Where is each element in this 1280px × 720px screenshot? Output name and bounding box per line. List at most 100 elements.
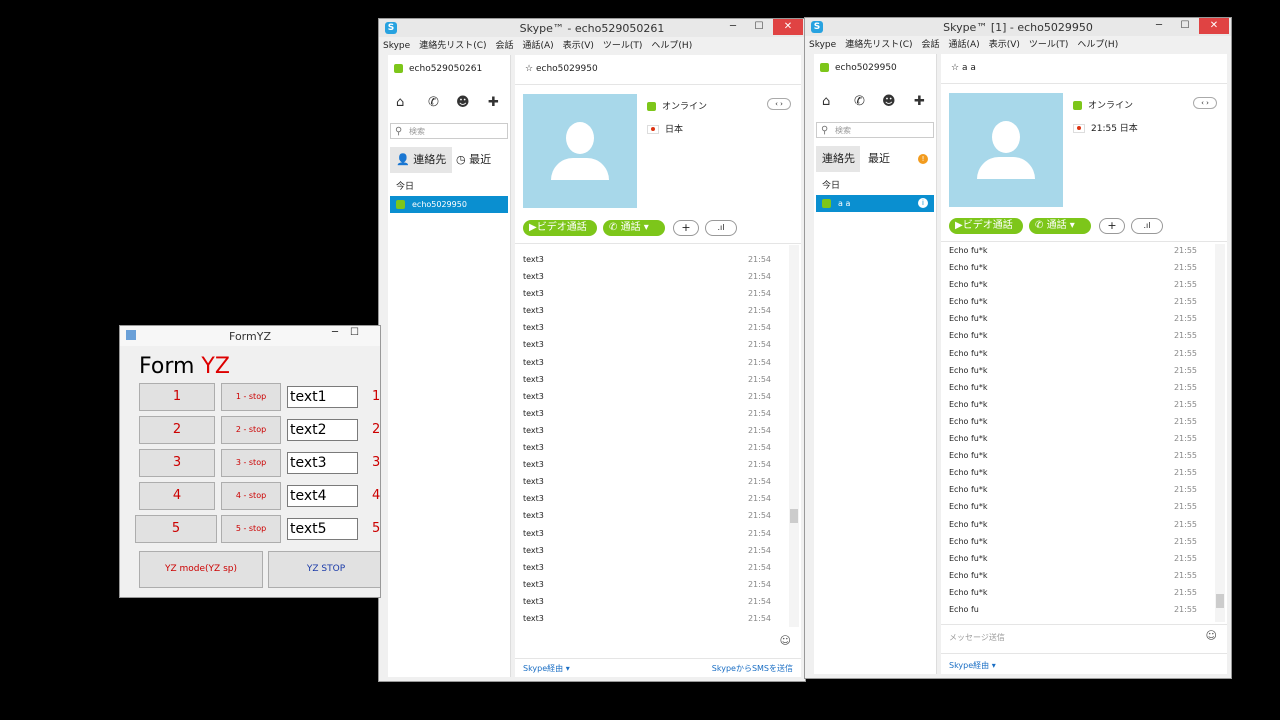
menu-view[interactable]: 表示(V) [989, 40, 1020, 50]
call-quality-icon[interactable]: .ıl [705, 220, 737, 236]
home-icon[interactable]: ⌂ [822, 94, 830, 109]
menu-conversation[interactable]: 会話 [922, 40, 940, 50]
menu-call[interactable]: 通話(A) [523, 41, 554, 51]
menu-tools[interactable]: ツール(T) [603, 41, 643, 51]
call-button[interactable]: ✆ 通話 ▾ [1029, 218, 1091, 234]
tab-contacts[interactable]: 👤 連絡先 [390, 147, 452, 173]
info-icon[interactable]: i [918, 198, 928, 208]
send-sms-link[interactable]: SkypeからSMSを送信 [712, 663, 793, 674]
notification-icon: ! [918, 154, 928, 164]
scrollbar-thumb[interactable] [790, 509, 798, 523]
message-time: 21:55 [1173, 331, 1197, 341]
number-button[interactable]: 2 [139, 416, 215, 444]
menu-contacts[interactable]: 連絡先リスト(C) [419, 41, 486, 51]
avatar [523, 94, 637, 208]
star-icon[interactable]: ☆ [525, 64, 533, 74]
prev-next-buttons[interactable]: ‹ › [1193, 97, 1217, 109]
call-button[interactable]: ✆ 通話 ▾ [603, 220, 665, 236]
maximize-button[interactable]: ☐ [747, 19, 771, 35]
close-button[interactable]: ✕ [1199, 18, 1229, 34]
message-list[interactable]: text3 21:54 text3 21:54 text3 21:54 text3 21:54… [523, 251, 771, 627]
add-contact-icon[interactable]: ✚ [488, 95, 499, 110]
title-bar[interactable]: FormYZ ─ ☐ [120, 326, 380, 346]
emoticon-icon[interactable]: ☺ [780, 634, 791, 647]
prev-next-buttons[interactable]: ‹ › [767, 98, 791, 110]
skype-via-dropdown[interactable]: Skype経由 ▾ [949, 660, 996, 671]
add-button[interactable]: + [673, 220, 699, 236]
tab-recent[interactable]: 最近! [864, 146, 934, 172]
menu-tools[interactable]: ツール(T) [1029, 40, 1069, 50]
minimize-button[interactable]: ─ [332, 327, 338, 338]
star-icon[interactable]: ☆ [951, 63, 959, 73]
contact-list-item[interactable]: echo5029950 [390, 196, 508, 213]
number-button[interactable]: 5 [135, 515, 217, 543]
add-contact-icon[interactable]: ✚ [914, 94, 925, 109]
message-text: text3 [523, 460, 544, 470]
maximize-button[interactable]: ☐ [350, 327, 359, 338]
stop-button[interactable]: 3 - stop [221, 449, 281, 477]
message-input[interactable]: メッセージ送信 [949, 632, 1005, 643]
minimize-button[interactable]: ─ [721, 19, 745, 35]
number-button[interactable]: 3 [139, 449, 215, 477]
text-field[interactable]: text1 [287, 386, 358, 408]
title-bar[interactable]: S Skype™ - echo529050261 ─ ☐ ✕ [379, 19, 805, 37]
message-time: 21:54 [747, 340, 771, 350]
message-time: 21:54 [747, 528, 771, 538]
menu-call[interactable]: 通話(A) [949, 40, 980, 50]
number-button[interactable]: 4 [139, 482, 215, 510]
video-call-label: ビデオ通話 [962, 220, 1013, 231]
video-call-button[interactable]: ▶ビデオ通話 [949, 218, 1023, 234]
menu-view[interactable]: 表示(V) [563, 41, 594, 51]
scrollbar[interactable] [789, 245, 799, 627]
yz-mode-button[interactable]: YZ mode(YZ sp) [139, 551, 263, 588]
message-list[interactable]: Echo fu*k 21:55 Echo fu*k 21:55 Echo fu*k 21:… [949, 242, 1197, 622]
message-text: Echo fu*k [949, 297, 988, 307]
message-time: 21:55 [1173, 297, 1197, 307]
menu-help[interactable]: ヘルプ(H) [1077, 40, 1118, 50]
stop-button[interactable]: 5 - stop [221, 515, 281, 543]
title-bar[interactable]: S Skype™ [1] - echo5029950 ─ ☐ ✕ [805, 18, 1231, 36]
scrollbar-thumb[interactable] [1216, 594, 1224, 608]
text-field[interactable]: text5 [287, 518, 358, 540]
text-field[interactable]: text2 [287, 419, 358, 441]
self-profile[interactable]: echo529050261 [394, 64, 482, 74]
menu-help[interactable]: ヘルプ(H) [651, 41, 692, 51]
phone-icon[interactable]: ✆ [428, 95, 439, 110]
group-icon[interactable]: ☻ [882, 94, 896, 109]
close-button[interactable]: ✕ [773, 19, 803, 35]
menu-contacts[interactable]: 連絡先リスト(C) [845, 40, 912, 50]
window-title: FormYZ [229, 330, 271, 343]
tab-contacts[interactable]: 連絡先 [816, 146, 860, 172]
menu-skype[interactable]: Skype [809, 40, 836, 50]
phone-icon[interactable]: ✆ [854, 94, 865, 109]
emoticon-icon[interactable]: ☺ [1206, 629, 1217, 642]
heading-yz: YZ [201, 354, 230, 379]
video-call-button[interactable]: ▶ビデオ通話 [523, 220, 597, 236]
self-profile[interactable]: echo5029950 [820, 63, 897, 73]
text-field[interactable]: text4 [287, 485, 358, 507]
message-time: 21:54 [747, 477, 771, 487]
skype-via-dropdown[interactable]: Skype経由 ▾ [523, 663, 570, 674]
tab-recent[interactable]: ◷ 最近 [452, 147, 508, 173]
yz-stop-button[interactable]: YZ STOP [268, 551, 380, 588]
search-placeholder: 検索 [409, 127, 425, 136]
footer-left-label: Skype経由 [523, 664, 564, 673]
search-input[interactable]: ⚲ 検索 [816, 122, 934, 138]
stop-button[interactable]: 1 - stop [221, 383, 281, 411]
number-button[interactable]: 1 [139, 383, 215, 411]
search-input[interactable]: ⚲ 検索 [390, 123, 508, 139]
message-time: 21:54 [747, 323, 771, 333]
text-field[interactable]: text3 [287, 452, 358, 474]
stop-button[interactable]: 4 - stop [221, 482, 281, 510]
call-quality-icon[interactable]: .ıl [1131, 218, 1163, 234]
menu-conversation[interactable]: 会話 [496, 41, 514, 51]
contact-list-item[interactable]: a a i [816, 195, 934, 212]
stop-button[interactable]: 2 - stop [221, 416, 281, 444]
group-icon[interactable]: ☻ [456, 95, 470, 110]
scrollbar[interactable] [1215, 244, 1225, 622]
home-icon[interactable]: ⌂ [396, 95, 404, 110]
add-button[interactable]: + [1099, 218, 1125, 234]
minimize-button[interactable]: ─ [1147, 18, 1171, 34]
menu-skype[interactable]: Skype [383, 41, 410, 51]
maximize-button[interactable]: ☐ [1173, 18, 1197, 34]
